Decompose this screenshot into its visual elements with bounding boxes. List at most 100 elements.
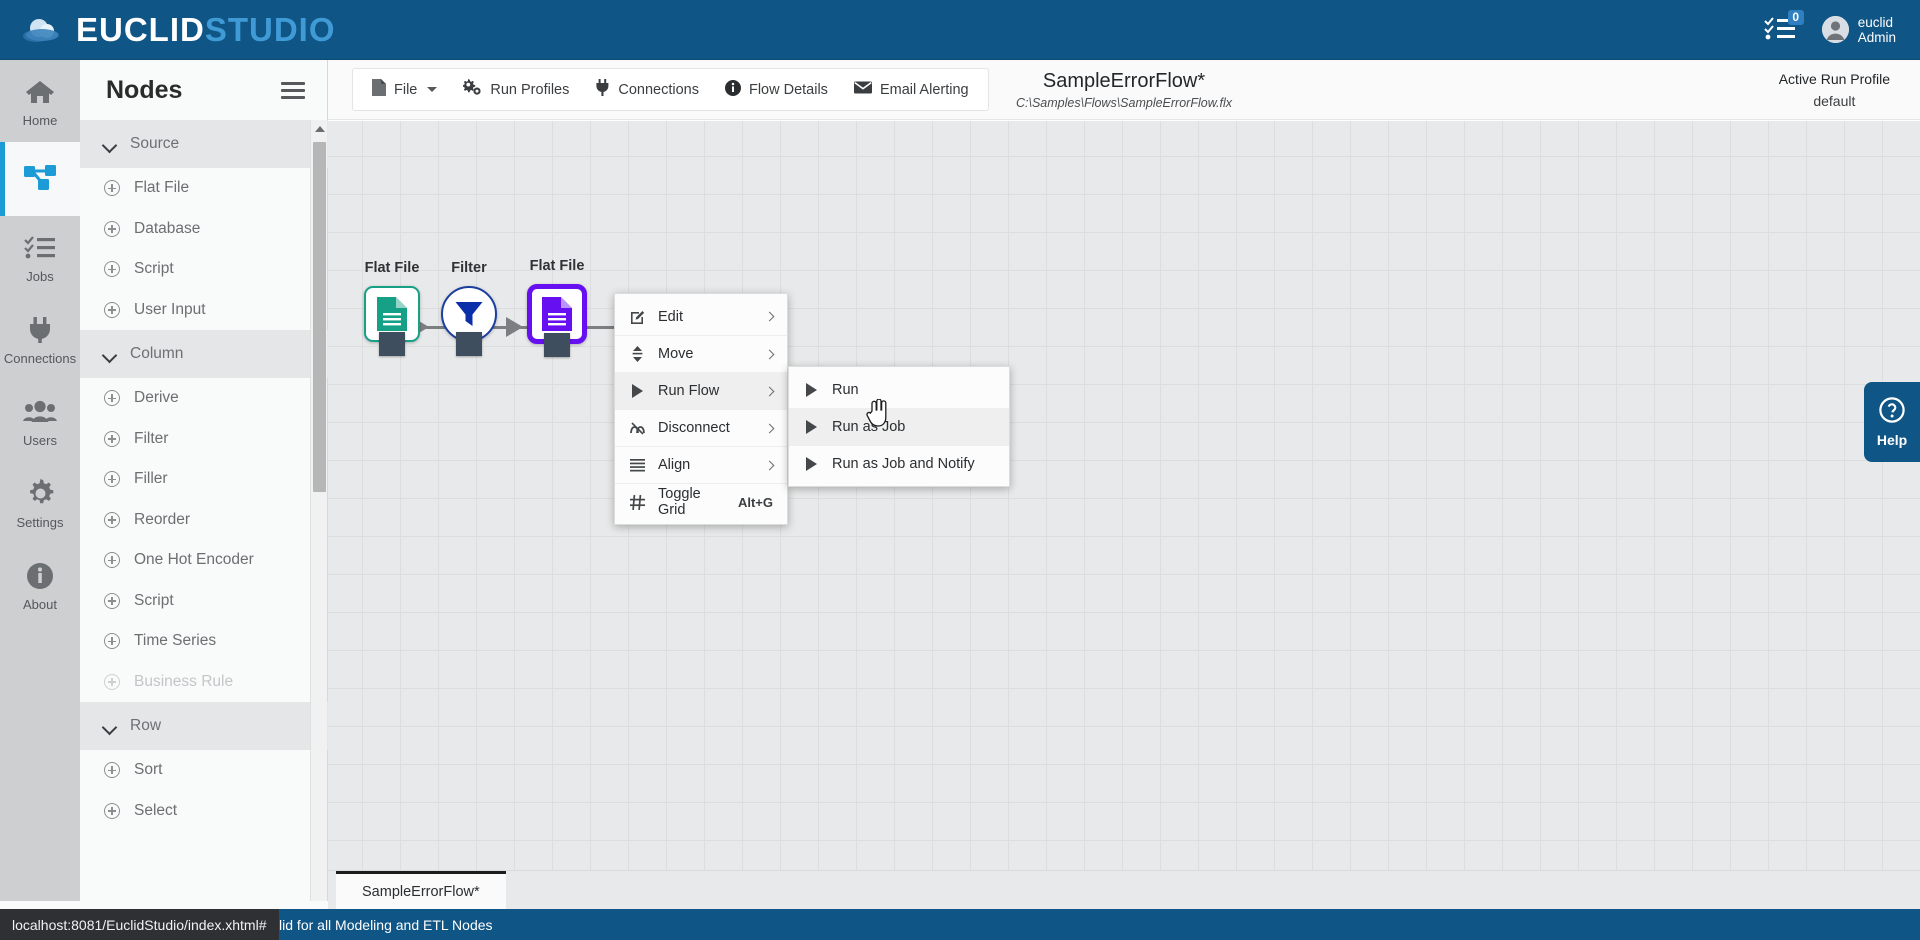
node-item-label: Filter: [134, 429, 169, 447]
help-tab-button[interactable]: Help: [1864, 382, 1920, 462]
node-item-label: Business Rule: [134, 672, 234, 690]
context-menu-item-toggle-grid[interactable]: Toggle Grid Alt+G: [615, 483, 787, 520]
context-menu-item-run-flow[interactable]: Run Flow: [615, 372, 787, 409]
email-alerting-button[interactable]: Email Alerting: [841, 69, 982, 110]
node-item-one-hot-encoder[interactable]: One Hot Encoder: [80, 540, 328, 581]
users-group-icon: [23, 395, 57, 429]
flow-nodes-icon: [23, 160, 57, 194]
node-item-label: Select: [134, 801, 178, 819]
tasks-checklist-icon[interactable]: 0: [1764, 9, 1804, 45]
user-role: Admin: [1857, 29, 1896, 45]
bottom-left-filler: [0, 901, 328, 909]
node-item-filter[interactable]: Filter: [80, 419, 328, 460]
run-profiles-button[interactable]: Run Profiles: [450, 69, 582, 110]
node-item-label: User Input: [134, 300, 206, 318]
submenu-label: Run: [832, 381, 859, 398]
node-output-port[interactable]: [456, 332, 482, 356]
context-menu-item-disconnect[interactable]: Disconnect: [615, 409, 787, 446]
node-item-sort[interactable]: Sort: [80, 750, 328, 791]
node-output-port[interactable]: [379, 332, 405, 356]
sidebar-label-jobs: Jobs: [26, 268, 54, 284]
sidebar-item-about[interactable]: About: [0, 544, 80, 626]
envelope-icon: [853, 81, 872, 98]
node-item-script[interactable]: Script: [80, 249, 328, 290]
toolbar-label: File: [394, 81, 418, 98]
node-group-source[interactable]: Source: [80, 120, 328, 168]
left-nav-rail: Home Jobs Connections Users Settings Abo…: [0, 60, 80, 940]
node-item-time-series[interactable]: Time Series: [80, 621, 328, 662]
node-item-label: Database: [134, 219, 201, 237]
context-menu-item-edit[interactable]: Edit: [615, 298, 787, 335]
toolbar-label: Connections: [618, 81, 699, 98]
sidebar-label-connections: Connections: [3, 350, 77, 366]
node-item-database[interactable]: Database: [80, 209, 328, 250]
plus-circle-icon: [104, 673, 120, 690]
sidebar-label-home: Home: [22, 112, 58, 128]
sidebar-item-users[interactable]: Users: [0, 380, 80, 462]
context-menu-item-move[interactable]: Move: [615, 335, 787, 372]
plug-icon: [26, 313, 54, 347]
node-item-user-input[interactable]: User Input: [80, 290, 328, 331]
brand-primary: EUCLID: [76, 10, 205, 48]
chevron-right-icon: [764, 311, 775, 322]
nodes-panel-scrollbar[interactable]: [310, 120, 327, 940]
node-item-label: Derive: [134, 389, 179, 407]
chevron-right-icon: [764, 460, 775, 470]
scrollbar-thumb[interactable]: [313, 142, 326, 492]
brand-logo: EUCLID STUDIO: [22, 11, 336, 49]
hamburger-icon[interactable]: [281, 81, 305, 99]
node-group-label: Row: [130, 717, 162, 734]
app-header: EUCLID STUDIO 0 euclid Admin: [0, 0, 1920, 60]
node-output-port[interactable]: [544, 333, 570, 357]
context-menu-shortcut: Alt+G: [737, 494, 773, 510]
play-icon: [803, 457, 820, 471]
node-item-filler[interactable]: Filler: [80, 459, 328, 500]
active-run-profile-value[interactable]: default: [1813, 93, 1855, 109]
url-status-tooltip: localhost:8081/EuclidStudio/index.xhtml#: [0, 909, 279, 940]
move-arrows-icon: [629, 346, 646, 362]
submenu-item-run-as-job[interactable]: Run as Job: [789, 408, 1009, 445]
chevron-down-icon: [104, 350, 117, 358]
node-item-label: Script: [134, 260, 174, 278]
document-tab[interactable]: SampleErrorFlow*: [336, 871, 506, 910]
node-group-row[interactable]: Row: [80, 702, 328, 750]
node-item-select[interactable]: Select: [80, 791, 328, 832]
node-group-column[interactable]: Column: [80, 330, 328, 378]
connections-button[interactable]: Connections: [582, 69, 712, 110]
context-menu-label: Disconnect: [658, 420, 730, 436]
plus-circle-icon: [104, 220, 120, 237]
header-right-tools: 0 euclid Admin: [1764, 9, 1896, 45]
connector-arrow-2: [506, 317, 523, 337]
active-run-profile-label: Active Run Profile: [1778, 71, 1890, 87]
scroll-up-arrow-icon[interactable]: [311, 120, 328, 137]
sidebar-item-jobs[interactable]: Jobs: [0, 216, 80, 298]
flow-node-filter[interactable]: Filter: [441, 260, 497, 356]
flow-node-flatfile-target[interactable]: Flat File: [527, 258, 587, 357]
question-circle-icon: [1879, 396, 1905, 428]
node-item-derive[interactable]: Derive: [80, 378, 328, 419]
node-item-script-column[interactable]: Script: [80, 581, 328, 622]
toolbar-label: Flow Details: [748, 81, 828, 98]
home-icon: [25, 75, 55, 109]
brand-text: EUCLID STUDIO: [76, 11, 336, 49]
file-menu-button[interactable]: File: [359, 69, 450, 110]
flow-node-flatfile-source[interactable]: Flat File: [364, 260, 420, 356]
node-item-reorder[interactable]: Reorder: [80, 500, 328, 541]
sidebar-item-home[interactable]: Home: [0, 60, 80, 142]
plus-circle-icon: [104, 762, 120, 779]
user-menu[interactable]: euclid Admin: [1821, 15, 1896, 45]
chevron-right-icon: [764, 423, 775, 433]
sidebar-item-connections[interactable]: Connections: [0, 298, 80, 380]
document-tabstrip: SampleErrorFlow*: [328, 870, 1920, 910]
context-menu-label: Run Flow: [658, 383, 720, 399]
flow-canvas[interactable]: Flat File Filter Flat File Edit Move Run…: [328, 121, 1920, 921]
node-item-flat-file[interactable]: Flat File: [80, 168, 328, 209]
sidebar-item-flows[interactable]: [0, 142, 80, 216]
flow-details-button[interactable]: Flow Details: [712, 69, 841, 110]
submenu-item-run[interactable]: Run: [789, 371, 1009, 408]
sidebar-item-settings[interactable]: Settings: [0, 462, 80, 544]
submenu-item-run-as-job-and-notify[interactable]: Run as Job and Notify: [789, 445, 1009, 482]
gears-icon: [462, 79, 482, 100]
context-menu-item-align[interactable]: Align: [615, 446, 787, 483]
main-area: File Run Profiles Connections Flow Detai…: [328, 60, 1920, 940]
